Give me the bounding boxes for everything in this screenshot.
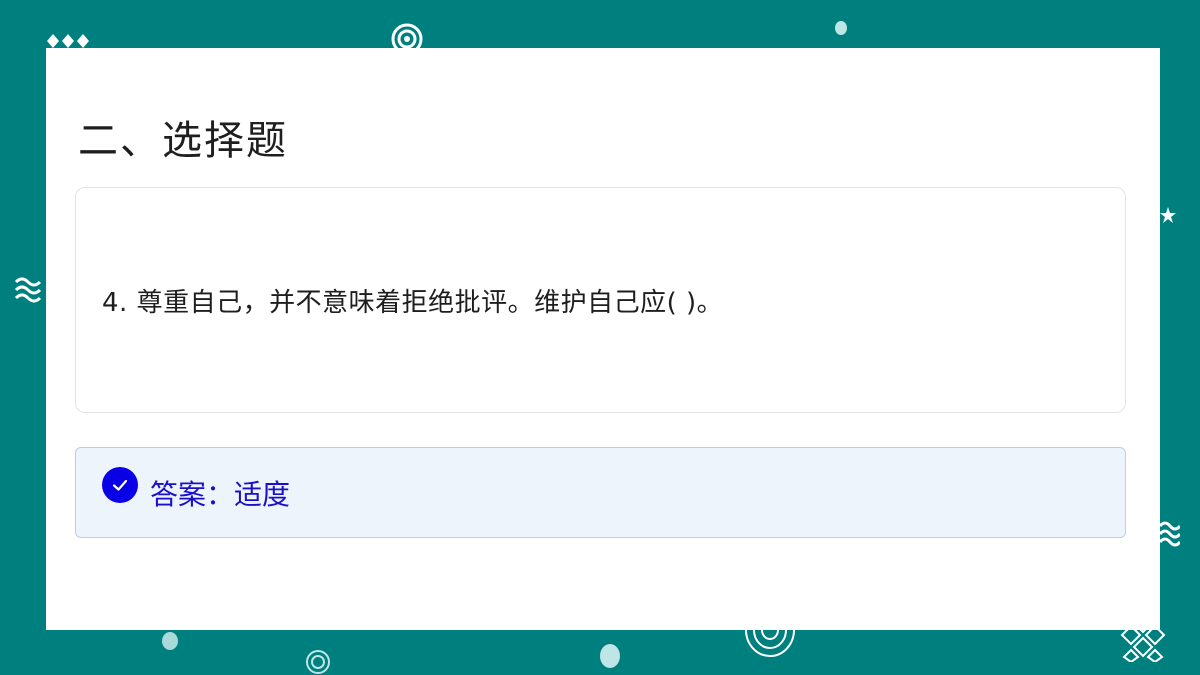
question-card: 4. 尊重自己，并不意味着拒绝批评。维护自己应( )。 [75, 187, 1126, 413]
answer-text: 答案：适度 [150, 477, 291, 511]
dot-decoration [835, 21, 847, 35]
diamonds-decoration [47, 34, 89, 48]
spiral-decoration [306, 650, 330, 674]
slide-content: 二、选择题 4. 尊重自己，并不意味着拒绝批评。维护自己应( )。 答案：适度 [46, 48, 1160, 630]
question-text: 4. 尊重自己，并不意味着拒绝批评。维护自己应( )。 [102, 287, 724, 318]
dot-decoration [600, 644, 620, 668]
answer-box: 答案：适度 [75, 447, 1126, 538]
star-decoration [1160, 207, 1176, 223]
waves-decoration-right [1158, 521, 1180, 547]
page-title: 二、选择题 [78, 118, 288, 164]
dot-decoration [162, 632, 178, 650]
concentric-circles-decoration [745, 630, 795, 657]
check-circle-icon [102, 466, 138, 503]
waves-decoration-left [14, 277, 42, 303]
